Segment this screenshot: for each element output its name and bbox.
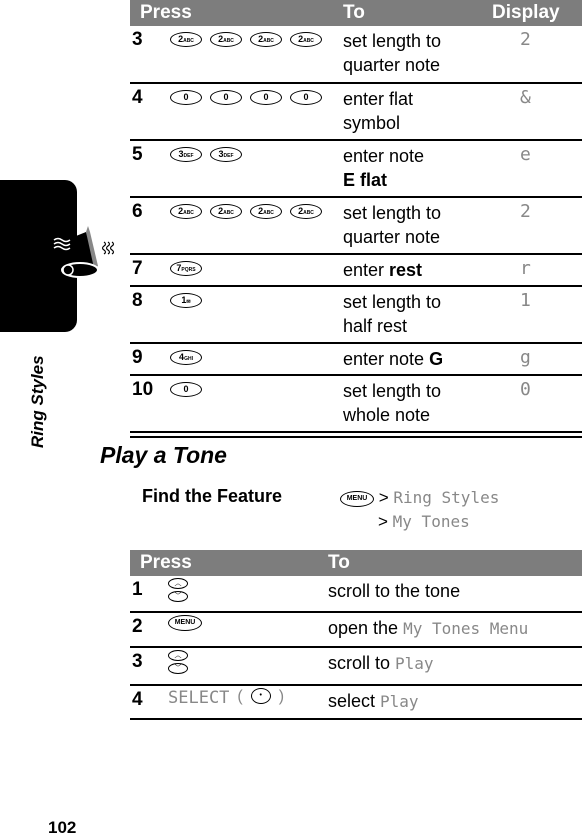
header-press: Press	[140, 552, 192, 573]
keypad-0-icon: 0	[210, 90, 242, 105]
menu-key-icon: MENU	[340, 490, 374, 507]
keypad-2-icon: 2ABC	[170, 32, 202, 47]
step-number: 1	[132, 579, 143, 600]
menu-key-icon: MENU	[168, 615, 202, 631]
table-row: 3 2ABC 2ABC 2ABC 2ABC set length to quarter no…	[130, 26, 582, 84]
steps-table: Press To Display 3 2ABC 2ABC 2ABC 2ABC set le…	[130, 0, 582, 438]
keypad-3-icon: 3DEF	[170, 147, 202, 162]
step-action: set length to quarter note	[343, 31, 442, 75]
table-row: 4 0 0 0 0 enter flat symbol &	[130, 84, 582, 141]
step-number: 7	[132, 258, 143, 279]
key-sequence: MENU	[168, 615, 202, 631]
key-sequence: ︿ ﹀	[168, 578, 188, 602]
feature-path: MENU > Ring Styles > My Tones	[340, 486, 499, 534]
header-press: Press	[140, 2, 192, 23]
keypad-4-icon: 4GHI	[170, 350, 202, 365]
section-label: Ring Styles	[28, 355, 47, 448]
step-number: 3	[132, 29, 143, 50]
scroll-key-icon: ︿ ﹀	[168, 650, 188, 674]
step-action: open the My Tones Menu	[328, 618, 529, 638]
display-char: e	[520, 144, 531, 165]
keypad-0-icon: 0	[290, 90, 322, 105]
step-action: scroll to the tone	[328, 581, 461, 601]
keypad-0-icon: 0	[250, 90, 282, 105]
display-char: g	[520, 347, 531, 368]
display-char: &	[520, 87, 531, 108]
step-action: scroll to Play	[328, 653, 434, 673]
step-number: 10	[132, 379, 154, 400]
table-header: Press To	[130, 550, 582, 576]
table-row: 8 1✉ set length to half rest 1	[130, 287, 582, 344]
step-action: set length to whole note	[343, 381, 442, 425]
path-item: Ring Styles	[393, 488, 500, 507]
table-header: Press To Display	[130, 0, 582, 26]
display-char: 2	[520, 29, 531, 50]
key-sequence: 1✉	[170, 293, 202, 308]
keypad-2-icon: 2ABC	[250, 204, 282, 219]
table-row: 9 4GHI enter note G g	[130, 344, 582, 376]
keypad-2-icon: 2ABC	[210, 204, 242, 219]
page-number: 102	[48, 818, 77, 837]
keypad-1-icon: 1✉	[170, 293, 202, 308]
step-number: 8	[132, 290, 143, 311]
step-number: 9	[132, 347, 143, 368]
keypad-2-icon: 2ABC	[170, 204, 202, 219]
select-softkey: SELECT	[168, 688, 230, 708]
table-row: 6 2ABC 2ABC 2ABC 2ABC set length to quarter no…	[130, 198, 582, 255]
step-number: 4	[132, 87, 143, 108]
step-number: 4	[132, 689, 143, 710]
ringing-bell-icon	[53, 226, 115, 278]
table-end-rule	[130, 433, 582, 438]
table-row: 5 3DEF 3DEF enter note E flat e	[130, 141, 582, 198]
find-feature-label: Find the Feature	[142, 486, 283, 506]
keypad-0-icon: 0	[170, 90, 202, 105]
step-action: enter note E flat	[343, 146, 425, 190]
table-row: 1 ︿ ﹀ scroll to the tone	[130, 576, 582, 613]
keypad-2-icon: 2ABC	[290, 32, 322, 47]
keypad-3-icon: 3DEF	[210, 147, 242, 162]
table-row: 4 SELECT (•) select Play	[130, 686, 582, 720]
table-row: 7 7PQRS enter rest r	[130, 255, 582, 287]
step-number: 3	[132, 651, 143, 672]
header-to: To	[328, 552, 350, 573]
key-sequence: 4GHI	[170, 350, 202, 365]
key-sequence: 7PQRS	[170, 261, 202, 276]
table-row: 10 0 set length to whole note 0	[130, 376, 582, 433]
keypad-7-icon: 7PQRS	[170, 261, 202, 276]
table-row: 2 MENU open the My Tones Menu	[130, 613, 582, 648]
key-sequence: ︿ ﹀	[168, 650, 188, 674]
step-action: enter flat symbol	[343, 89, 414, 133]
path-item: My Tones	[392, 512, 470, 531]
display-char: 2	[520, 201, 531, 222]
select-key-icon: •	[250, 688, 271, 704]
step-action: enter rest	[343, 260, 423, 280]
step-action: enter note G	[343, 349, 444, 369]
keypad-0-icon: 0	[170, 382, 202, 397]
header-to: To	[343, 2, 365, 23]
display-char: 1	[520, 290, 531, 311]
table-row: 3 ︿ ﹀ scroll to Play	[130, 648, 582, 686]
display-char: r	[520, 258, 531, 279]
keypad-2-icon: 2ABC	[290, 204, 322, 219]
step-number: 2	[132, 616, 143, 637]
step-action: set length to quarter note	[343, 203, 442, 247]
keypad-2-icon: 2ABC	[210, 32, 242, 47]
step-action: select Play	[328, 691, 419, 711]
key-sequence: 2ABC 2ABC 2ABC 2ABC	[170, 204, 322, 219]
header-display: Display	[492, 2, 560, 23]
section-title: Play a Tone	[100, 442, 227, 468]
step-number: 6	[132, 201, 143, 222]
keypad-2-icon: 2ABC	[250, 32, 282, 47]
play-tone-table: Press To 1 ︿ ﹀ scroll to the tone 2 MENU open …	[130, 550, 582, 720]
scroll-key-icon: ︿ ﹀	[168, 578, 188, 602]
key-sequence: 0	[170, 382, 202, 397]
step-number: 5	[132, 144, 143, 165]
key-sequence: 0000	[170, 90, 322, 105]
key-sequence: SELECT (•)	[168, 688, 285, 708]
key-sequence: 2ABC 2ABC 2ABC 2ABC	[170, 32, 322, 47]
key-sequence: 3DEF 3DEF	[170, 147, 242, 162]
step-action: set length to half rest	[343, 292, 442, 336]
display-char: 0	[520, 379, 531, 400]
